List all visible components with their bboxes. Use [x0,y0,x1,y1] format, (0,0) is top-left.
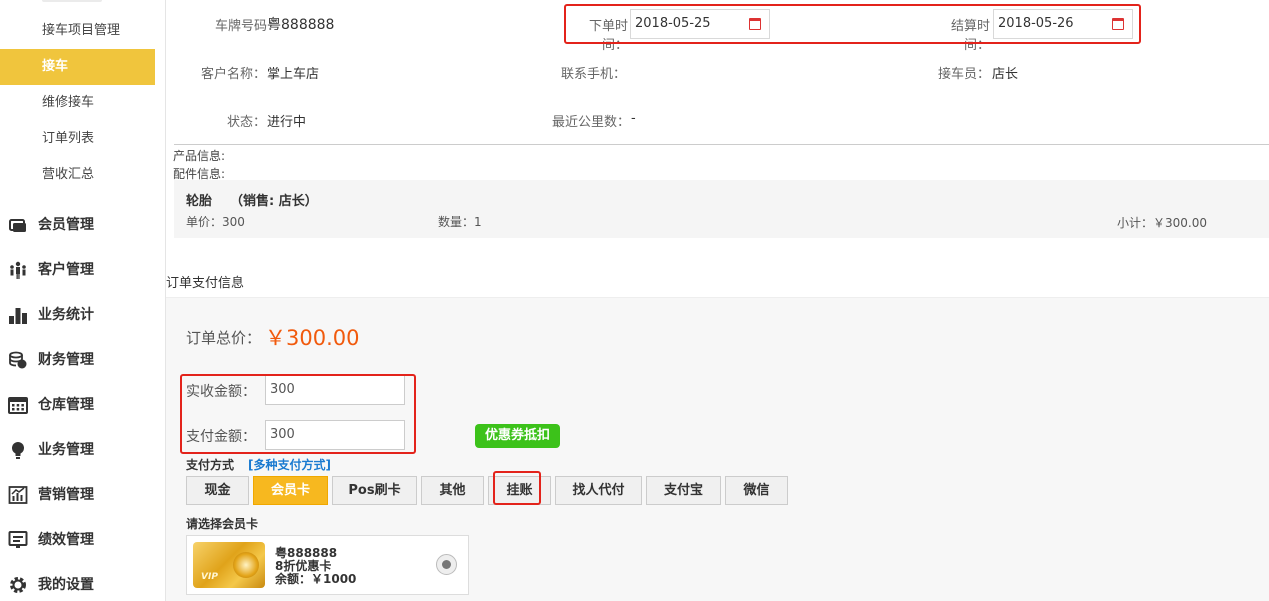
calendar-icon[interactable] [749,18,761,30]
radio-dot [442,560,451,569]
receiver-label: 接车员： [937,67,990,82]
choose-card-label: 请选择会员卡 [186,517,259,531]
sidebar-item-reception[interactable]: 接车 [0,49,155,85]
pay-method-cash[interactable]: 现金 [186,476,249,505]
member-card-option[interactable]: VIP 粤888888 8折优惠卡 余额：￥1000 [186,535,469,595]
product-unit-price: 单价：300 [186,215,245,229]
customer-label: 客户名称： [200,67,266,82]
plate-value: 粤888888 [267,17,335,33]
order-time-value: 2018-05-25 [635,16,711,31]
pay-method-wechat[interactable]: 微信 [725,476,788,505]
warehouse-icon [8,397,28,414]
product-item: 轮胎 （销售: 店长） 单价：300 数量：1 小计：￥300.00 [174,180,1269,238]
pay-method-pay-for-me[interactable]: 找人代付 [555,476,642,505]
product-info-label: 产品信息: [173,149,226,163]
mileage-label: 最近公里数： [551,115,630,130]
sidebar-item-reception-project[interactable]: 接车项目管理 [0,13,155,49]
customers-icon [10,261,26,279]
payment-method-label: 支付方式 [186,458,235,472]
nav-label: 会员管理 [38,217,94,233]
separator [174,144,1269,145]
product-quantity: 数量：1 [438,215,482,229]
nav-label: 我的设置 [38,577,94,593]
nav-member-management[interactable]: 会员管理 [0,205,155,245]
phone-label: 联系手机： [560,67,626,82]
nav-warehouse-management[interactable]: 仓库管理 [0,385,155,425]
nav-label: 营销管理 [38,487,94,503]
product-sales: （销售: 店长） [230,194,318,209]
settle-time-input[interactable]: 2018-05-26 [993,9,1133,39]
lightbulb-icon [12,442,24,459]
nav-label: 仓库管理 [38,397,94,413]
paid-amount-value: 300 [270,427,295,442]
calendar-icon[interactable] [1112,18,1124,30]
gear-icon [10,577,26,593]
coins-icon [9,351,27,369]
pay-method-credit[interactable]: 挂账 [488,476,551,505]
pay-method-alipay[interactable]: 支付宝 [646,476,721,505]
nav-customer-management[interactable]: 客户管理 [0,250,155,290]
payment-panel: 订单总价： ￥300.00 实收金额： 300 支付金额： 300 优惠券抵扣 … [166,297,1269,601]
settle-time-label: 结算时间： [950,19,990,53]
vip-card-image: VIP [193,542,265,588]
receiver-value: 店长 [992,67,1019,82]
bar-chart-icon [9,308,27,324]
card-emblem [233,552,259,578]
pay-method-member-card[interactable]: 会员卡 [253,476,328,505]
performance-icon [8,531,28,548]
nav-operations-management[interactable]: 业务管理 [0,430,155,470]
payment-section-title: 订单支付信息 [166,276,245,291]
paid-amount-input[interactable]: 300 [265,420,405,450]
received-label: 实收金额： [186,384,256,400]
pay-method-pos[interactable]: Pos刷卡 [332,476,417,505]
paid-label: 支付金额： [186,429,256,445]
mileage-value: - [631,111,636,126]
member-card-icon [9,219,26,232]
sidebar-item-revenue-summary[interactable]: 营收汇总 [0,157,155,193]
sidebar-item-order-list[interactable]: 订单列表 [0,121,155,157]
card-balance: 余额：￥1000 [275,572,357,586]
nav-performance-management[interactable]: 绩效管理 [0,520,155,560]
product-subtotal: 小计：￥300.00 [1117,216,1207,230]
nav-label: 财务管理 [38,352,94,368]
marketing-chart-icon [8,486,28,504]
product-name: 轮胎 [186,194,213,209]
received-amount-value: 300 [270,382,295,397]
customer-value: 掌上车店 [267,67,320,82]
nav-my-settings[interactable]: 我的设置 [0,565,155,601]
nav-label: 客户管理 [38,262,94,278]
card-vip-text: VIP [201,572,218,582]
nav-label: 业务管理 [38,442,94,458]
nav-business-statistics[interactable]: 业务统计 [0,295,155,335]
nav-label: 绩效管理 [38,532,94,548]
status-value: 进行中 [267,115,307,130]
multi-payment-link[interactable]: [多种支付方式] [248,456,331,473]
nav-finance-management[interactable]: 财务管理 [0,340,155,380]
cut-off-menu-title [42,0,102,2]
pay-method-other[interactable]: 其他 [421,476,484,505]
main-content: 车牌号码： 粤888888 下单时间： 2018-05-25 结算时间： 201… [166,0,1269,601]
total-label: 订单总价： [186,329,262,347]
settle-time-value: 2018-05-26 [998,16,1074,31]
sidebar-item-repair-reception[interactable]: 维修接车 [0,85,155,121]
coupon-deduct-button[interactable]: 优惠券抵扣 [475,424,560,448]
status-label: 状态： [226,115,266,130]
received-amount-input[interactable]: 300 [265,375,405,405]
nav-marketing-management[interactable]: 营销管理 [0,475,155,515]
order-time-input[interactable]: 2018-05-25 [630,9,770,39]
card-radio-button[interactable] [436,554,457,575]
sidebar: 接车项目管理 接车 维修接车 订单列表 营收汇总 会员管理 客户管理 业务统计 … [0,0,155,601]
nav-label: 业务统计 [38,307,94,323]
total-value: ￥300.00 [265,326,360,350]
order-time-label: 下单时间： [588,19,628,53]
